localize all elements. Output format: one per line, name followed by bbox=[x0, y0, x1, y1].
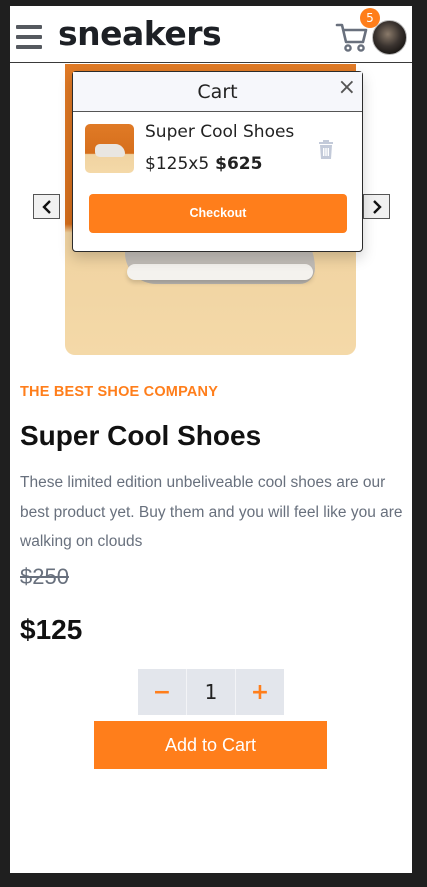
quantity-stepper: − 1 + bbox=[138, 669, 284, 715]
original-price: $250 bbox=[20, 564, 69, 589]
chevron-right-icon bbox=[372, 199, 382, 214]
increment-button[interactable]: + bbox=[236, 669, 284, 715]
cart-item-name: Super Cool Shoes bbox=[145, 122, 295, 142]
cart-item-total: $625 bbox=[215, 154, 263, 174]
avatar[interactable] bbox=[372, 20, 407, 55]
app-frame: sneakers 5 Cart × Super Cool Shoes $125x… bbox=[10, 6, 412, 873]
close-icon[interactable]: × bbox=[338, 74, 356, 102]
decrement-button[interactable]: − bbox=[138, 669, 186, 715]
quantity-value: 1 bbox=[186, 669, 236, 715]
checkout-button[interactable]: Checkout bbox=[89, 194, 347, 233]
logo: sneakers bbox=[58, 14, 222, 53]
add-to-cart-button[interactable]: Add to Cart bbox=[94, 721, 327, 769]
product-title: Super Cool Shoes bbox=[20, 420, 262, 451]
hamburger-icon[interactable] bbox=[16, 25, 42, 49]
cart-item-thumbnail bbox=[85, 124, 134, 173]
header: sneakers 5 bbox=[10, 6, 412, 63]
cart-popup: Cart × Super Cool Shoes $125x5 $625 Check… bbox=[72, 71, 363, 252]
shoe-sole bbox=[127, 264, 313, 280]
cart-title: Cart bbox=[73, 72, 362, 112]
trash-icon[interactable] bbox=[318, 140, 334, 160]
cart-item-unit-qty: $125x5 bbox=[145, 154, 210, 174]
product-description: These limited edition unbeliveable cool … bbox=[20, 474, 403, 550]
next-image-button[interactable] bbox=[363, 194, 390, 219]
company-label: THE BEST SHOE COMPANY bbox=[20, 384, 219, 400]
chevron-left-icon bbox=[41, 199, 51, 214]
prev-image-button[interactable] bbox=[33, 194, 60, 219]
cart-item-price: $125x5 $625 bbox=[145, 154, 262, 174]
current-price: $125 bbox=[20, 614, 83, 645]
